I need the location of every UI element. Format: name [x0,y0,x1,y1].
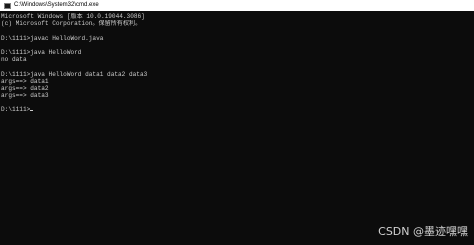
console-line: Microsoft Windows [版本 10.0.19044.3086] [1,13,145,20]
console-line: (c) Microsoft Corporation。保留所有权利。 [1,20,142,28]
watermark: CSDN @墨迹嘿嘿 [378,225,468,238]
title-bar[interactable]: C:\Windows\System32\cmd.exe [0,0,474,11]
console-line: args==> data1 [1,77,49,85]
console-output[interactable]: Microsoft Windows [版本 10.0.19044.3086] (… [0,13,474,114]
console-prompt: D:\1111> [1,106,31,114]
console-prompt-line: D:\1111> [1,106,474,113]
console-line: D:\1111>java HelloWord [1,48,82,56]
console-line: D:\1111>java HelloWord data1 data2 data3 [1,70,148,78]
console-line: args==> data3 [1,92,49,100]
cmd-window: C:\Windows\System32\cmd.exe Microsoft Wi… [0,0,474,245]
window-title: C:\Windows\System32\cmd.exe [14,2,99,8]
text-cursor [30,110,34,112]
console-line: no data [1,56,27,64]
console-line: D:\1111>javac HelloWord.java [1,34,104,42]
cmd-icon [4,2,11,9]
console-line: args==> data2 [1,84,49,92]
